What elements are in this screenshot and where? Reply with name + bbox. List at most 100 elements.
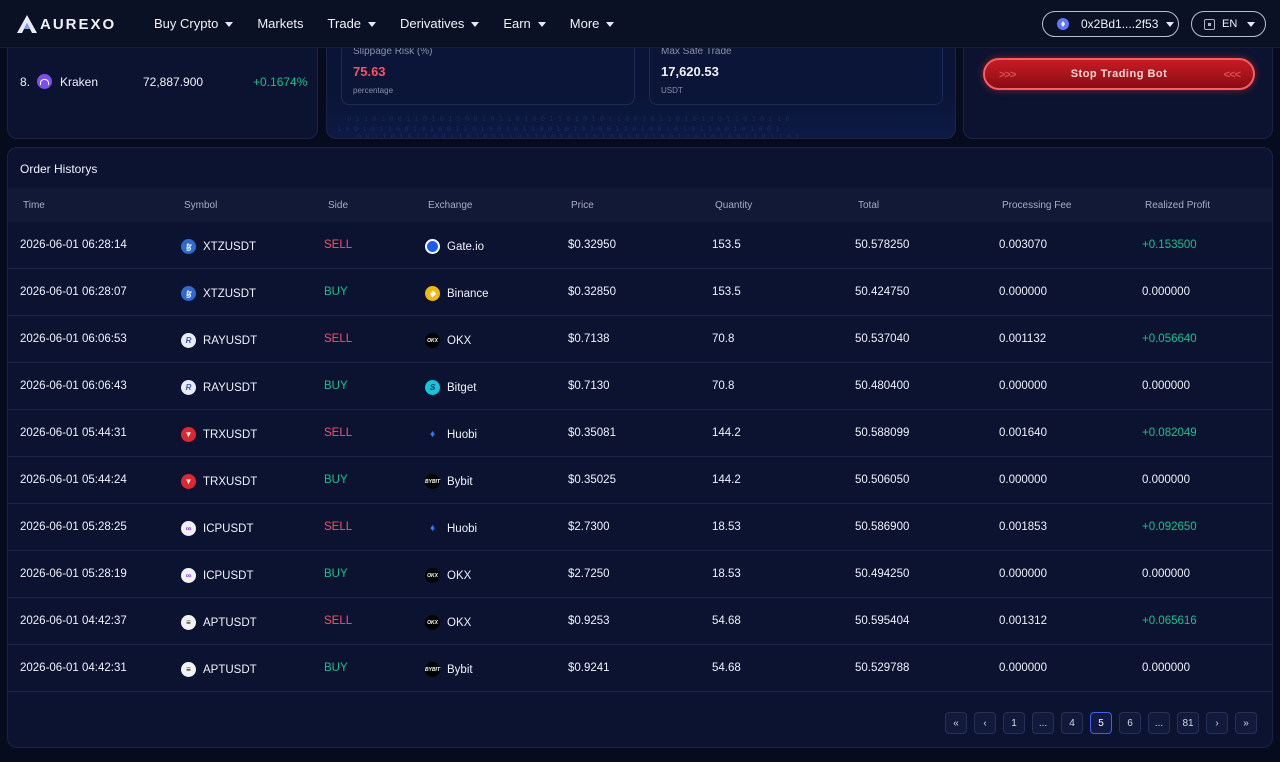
cell-quantity: 144.2 (712, 427, 741, 439)
cell-symbol: R RAYUSDT (181, 380, 257, 395)
nav-more[interactable]: More (570, 16, 615, 31)
symbol-text: RAYUSDT (203, 334, 258, 347)
exchange-text: Gate.io (447, 240, 485, 253)
nav-more-label: More (569, 16, 600, 31)
table-row[interactable]: 2026-06-01 05:28:19 ∞ ICPUSDT BUY OKX OKX … (8, 551, 1272, 598)
cell-quantity: 153.5 (712, 286, 741, 298)
cell-price: $2.7300 (568, 521, 610, 533)
cell-exchange: ◆ Binance (425, 286, 489, 301)
nav-links: Buy Crypto Markets Trade Derivatives Ear… (154, 16, 638, 31)
page-button-81[interactable]: 81 (1177, 712, 1199, 734)
raydium-icon: R (181, 333, 196, 348)
table-row[interactable]: 2026-06-01 05:28:25 ∞ ICPUSDT SELL ♦ Huobi… (8, 504, 1272, 551)
cell-symbol: R RAYUSDT (181, 333, 257, 348)
first-page-button[interactable]: « (945, 712, 967, 734)
wallet-button[interactable]: 0x2Bd1....2f53 (1042, 11, 1179, 37)
ranking-row[interactable]: 8. Kraken 72,887.900 +0.1674% (20, 74, 307, 89)
chevron-down-icon (471, 21, 480, 27)
last-page-button[interactable]: » (1235, 712, 1257, 734)
nav-derivatives[interactable]: Derivatives (400, 16, 480, 31)
cell-total: 50.595404 (855, 615, 910, 627)
cell-exchange: BYBIT Bybit (425, 474, 473, 489)
cell-quantity: 18.53 (712, 568, 741, 580)
nav-earn-label: Earn (503, 16, 531, 31)
page-button-5-current[interactable]: 5 (1090, 712, 1112, 734)
language-selector[interactable]: EN (1191, 11, 1266, 37)
cell-time: 2026-06-01 05:28:19 (20, 568, 127, 580)
table-row[interactable]: 2026-06-01 06:28:14 ꜩ XTZUSDT SELL Gate.i… (8, 222, 1272, 269)
okx-icon: OKX (425, 615, 440, 630)
order-history-panel: Order Historys Time Symbol Side Exchange… (7, 147, 1273, 748)
cell-time: 2026-06-01 04:42:37 (20, 615, 127, 627)
symbol-text: TRXUSDT (203, 475, 258, 488)
column-price: Price (571, 200, 594, 211)
prev-page-button[interactable]: ‹ (974, 712, 996, 734)
cell-quantity: 54.68 (712, 662, 741, 674)
icp-icon: ∞ (181, 568, 196, 583)
column-exchange: Exchange (428, 200, 473, 211)
nav-earn[interactable]: Earn (503, 16, 546, 31)
symbol-text: ICPUSDT (203, 569, 254, 582)
table-row[interactable]: 2026-06-01 05:44:24 ▼ TRXUSDT BUY BYBIT By… (8, 457, 1272, 504)
huobi-icon: ♦ (429, 429, 436, 440)
cell-price: $0.7130 (568, 380, 610, 392)
cell-quantity: 54.68 (712, 615, 741, 627)
cell-side: BUY (324, 568, 348, 580)
cell-price: $0.9241 (568, 662, 610, 674)
nav-markets[interactable]: Markets (257, 16, 303, 31)
ethereum-icon (1057, 18, 1069, 30)
cell-total: 50.529788 (855, 662, 910, 674)
max-safe-trade-value: 17,620.53 (661, 64, 719, 79)
stop-trading-bot-label: Stop Trading Bot (1070, 68, 1168, 80)
cell-fee: 0.001853 (999, 521, 1047, 533)
translate-icon (1204, 18, 1215, 30)
aptos-icon: ≡ (181, 615, 196, 630)
exchange-text: OKX (447, 616, 472, 629)
next-page-button[interactable]: › (1206, 712, 1228, 734)
nav-buy-crypto[interactable]: Buy Crypto (154, 16, 234, 31)
cell-symbol: ≡ APTUSDT (181, 615, 257, 630)
column-symbol: Symbol (184, 200, 218, 211)
nav-trade[interactable]: Trade (328, 16, 377, 31)
tron-icon: ▼ (181, 427, 196, 442)
exchange-text: Bitget (447, 381, 477, 394)
cell-profit: +0.056640 (1142, 333, 1197, 345)
cell-fee: 0.000000 (999, 474, 1047, 486)
table-row[interactable]: 2026-06-01 06:06:53 R RAYUSDT SELL OKX OKX… (8, 316, 1272, 363)
okx-icon: OKX (425, 333, 440, 348)
cell-price: $0.35025 (568, 474, 616, 486)
page-button-4[interactable]: 4 (1061, 712, 1083, 734)
cell-side: BUY (324, 286, 348, 298)
slippage-risk-unit: percentage (353, 86, 394, 95)
cell-exchange: S Bitget (425, 380, 476, 395)
cell-profit: 0.000000 (1142, 380, 1190, 392)
stop-trading-bot-button[interactable]: > > > Stop Trading Bot < < < (983, 58, 1255, 90)
table-row[interactable]: 2026-06-01 05:44:31 ▼ TRXUSDT SELL ♦ Huobi… (8, 410, 1272, 457)
cell-quantity: 144.2 (712, 474, 741, 486)
column-side: Side (328, 200, 349, 211)
cell-quantity: 153.5 (712, 239, 741, 251)
page-button-6[interactable]: 6 (1119, 712, 1141, 734)
page-button-1[interactable]: 1 (1003, 712, 1025, 734)
tron-icon: ▼ (181, 474, 196, 489)
wallet-address: 0x2Bd1....2f53 (1081, 17, 1159, 31)
cell-symbol: ꜩ XTZUSDT (181, 239, 256, 254)
cell-profit: +0.153500 (1142, 239, 1197, 251)
table-row[interactable]: 2026-06-01 06:28:07 ꜩ XTZUSDT BUY ◆ Binanc… (8, 269, 1272, 316)
column-quantity: Quantity (715, 200, 753, 211)
page-ellipsis[interactable]: ... (1148, 712, 1170, 734)
cell-exchange: OKX OKX (425, 333, 471, 348)
logo[interactable]: AUREXO (16, 14, 116, 34)
cell-total: 50.506050 (855, 474, 910, 486)
table-row[interactable]: 2026-06-01 04:42:31 ≡ APTUSDT BUY BYBIT By… (8, 645, 1272, 692)
cell-total: 50.586900 (855, 521, 910, 533)
rank-number: 8. (20, 74, 31, 89)
cell-price: $0.35081 (568, 427, 616, 439)
symbol-text: ICPUSDT (203, 522, 254, 535)
table-row[interactable]: 2026-06-01 06:06:43 R RAYUSDT BUY S Bitget… (8, 363, 1272, 410)
page-ellipsis[interactable]: ... (1032, 712, 1054, 734)
chevron-down-icon (225, 21, 234, 27)
table-row[interactable]: 2026-06-01 04:42:37 ≡ APTUSDT SELL OKX OKX… (8, 598, 1272, 645)
svg-text:0 0 1 1 0 1 0 1 1 0 0 1 1 0 1: 0 0 1 1 0 1 0 1 1 0 0 1 1 0 1 0 0 1 1 0 … (357, 133, 800, 139)
slippage-risk-value: 75.63 (353, 64, 386, 79)
